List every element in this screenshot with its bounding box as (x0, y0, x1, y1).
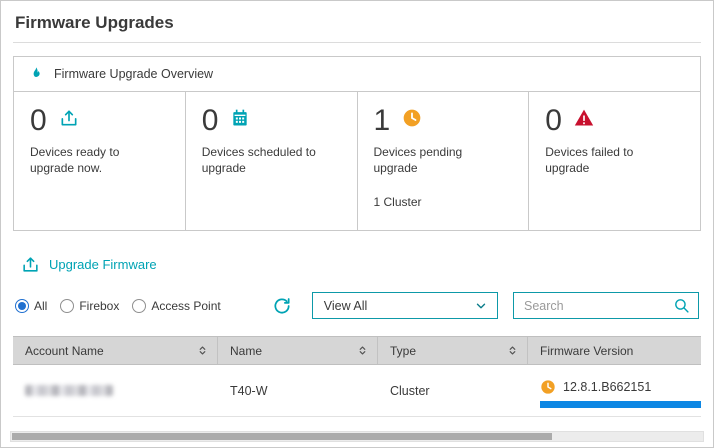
alert-icon (574, 108, 594, 133)
account-name-redacted (25, 385, 113, 396)
cell-device-type: Cluster (378, 365, 528, 416)
firmware-overview-card: Firmware Upgrade Overview 0 Devices read… (13, 56, 701, 231)
cell-account-name (13, 365, 218, 416)
page-title: Firmware Upgrades (15, 13, 701, 33)
stat-value: 0 (30, 105, 47, 137)
refresh-button[interactable] (272, 296, 292, 316)
pending-icon (540, 379, 556, 395)
stat-value: 0 (545, 105, 562, 137)
radio-all[interactable]: All (15, 299, 47, 313)
search-box (513, 292, 699, 319)
column-label: Type (390, 344, 416, 358)
firmware-upgrades-page: Firmware Upgrades Firmware Upgrade Overv… (0, 0, 714, 448)
stat-label: Devices pending upgrade (374, 144, 492, 178)
radio-dot-icon (15, 299, 29, 313)
horizontal-scrollbar-thumb[interactable] (12, 433, 552, 440)
overview-stats: 0 Devices ready to upgrade now. 0 Device… (14, 92, 700, 230)
upgrade-firmware-button[interactable]: Upgrade Firmware (21, 255, 157, 274)
stat-failed-to-upgrade: 0 Devices failed to upgrade (529, 92, 700, 230)
overview-card-header: Firmware Upgrade Overview (14, 57, 700, 92)
search-icon[interactable] (673, 297, 690, 314)
calendar-icon (230, 108, 250, 133)
radio-label: All (34, 299, 47, 313)
stat-label: Devices failed to upgrade (545, 144, 663, 178)
search-input[interactable] (524, 299, 673, 313)
radio-label: Access Point (151, 299, 220, 313)
pending-icon (402, 108, 422, 133)
column-header-type[interactable]: Type (378, 337, 528, 364)
column-header-firmware-version[interactable]: Firmware Version (528, 337, 701, 364)
radio-dot-icon (60, 299, 74, 313)
table-row[interactable]: T40-W Cluster 12.8.1.B662151 (13, 365, 701, 416)
upgrade-progress-bar (540, 401, 701, 408)
table-header-row: Account Name Name Type (13, 336, 701, 365)
sort-icon (197, 345, 208, 356)
column-header-name[interactable]: Name (218, 337, 378, 364)
stat-value: 0 (202, 105, 219, 137)
stat-pending-upgrade: 1 Devices pending upgrade 1 Cluster (358, 92, 530, 230)
stat-label: Devices scheduled to upgrade (202, 144, 320, 178)
upload-icon (59, 108, 79, 133)
stat-label: Devices ready to upgrade now. (30, 144, 148, 178)
chevron-down-icon (474, 299, 488, 313)
view-filter-selected-value: View All (324, 299, 368, 313)
stat-value: 1 (374, 105, 391, 137)
radio-dot-icon (132, 299, 146, 313)
stat-ready-to-upgrade: 0 Devices ready to upgrade now. (14, 92, 186, 230)
stat-scheduled-to-upgrade: 0 Devices scheduled to upgrade (186, 92, 358, 230)
sort-icon (507, 345, 518, 356)
flame-icon (28, 66, 44, 82)
upload-icon (21, 255, 40, 274)
column-label: Account Name (25, 344, 104, 358)
devices-table: Account Name Name Type (13, 336, 701, 417)
column-label: Name (230, 344, 262, 358)
overview-card-title: Firmware Upgrade Overview (54, 67, 213, 81)
refresh-icon (272, 296, 292, 316)
filter-toolbar: All Firebox Access Point View All (15, 292, 701, 319)
upgrade-firmware-label: Upgrade Firmware (49, 257, 157, 272)
radio-access-point[interactable]: Access Point (132, 299, 220, 313)
sort-icon (357, 345, 368, 356)
column-label: Firmware Version (540, 344, 633, 358)
cell-device-name: T40-W (218, 365, 378, 416)
cell-firmware-version: 12.8.1.B662151 (528, 365, 701, 416)
firmware-version-text: 12.8.1.B662151 (563, 380, 651, 394)
stat-sub-cluster-count: 1 Cluster (374, 195, 515, 209)
horizontal-scrollbar[interactable] (10, 431, 704, 442)
view-filter-select[interactable]: View All (312, 292, 498, 319)
column-header-account-name[interactable]: Account Name (13, 337, 218, 364)
radio-firebox[interactable]: Firebox (60, 299, 119, 313)
radio-label: Firebox (79, 299, 119, 313)
title-divider (13, 42, 701, 43)
